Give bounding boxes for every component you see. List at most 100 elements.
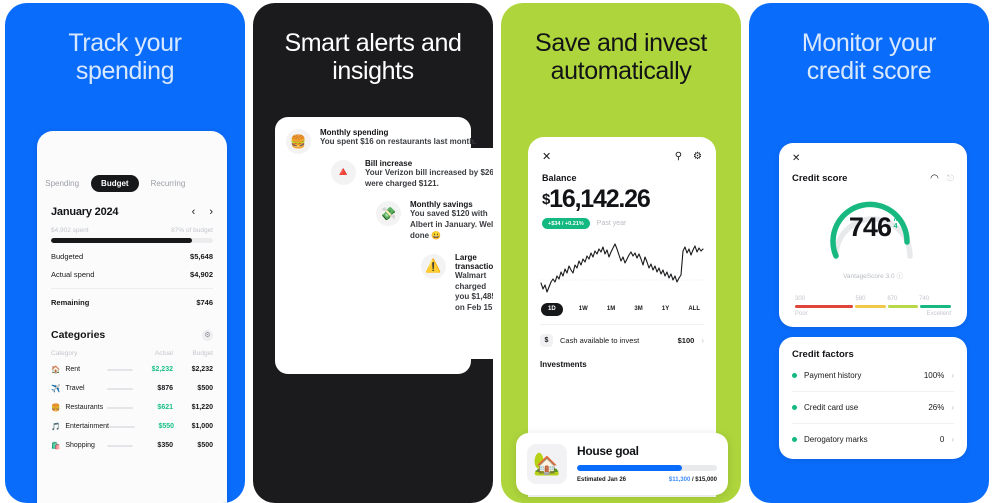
scale-low-label: Poor bbox=[795, 311, 808, 317]
scale-number: 740 bbox=[919, 296, 930, 302]
chevron-right-icon[interactable]: › bbox=[701, 336, 704, 345]
goal-estimated: Estimated Jan 26 bbox=[577, 477, 627, 483]
credit-score-delta: ∧ 4 bbox=[893, 216, 898, 230]
month-label: January 2024 bbox=[51, 206, 119, 218]
category-budget: $1,000 bbox=[191, 423, 213, 430]
status-dot-icon bbox=[792, 373, 797, 378]
factor-label: Credit card use bbox=[804, 403, 859, 412]
credit-factor-row[interactable]: Payment history 100% › bbox=[792, 360, 954, 392]
goal-current: $11,300 bbox=[668, 477, 691, 483]
category-sparkline bbox=[107, 406, 133, 409]
gauge-icon[interactable]: ◠ bbox=[930, 173, 939, 184]
table-header-row: Category Actual Budget bbox=[51, 350, 213, 360]
alert-card[interactable]: 🔺 Bill increase Your Verizon bill increa… bbox=[320, 147, 493, 359]
range-1W[interactable]: 1W bbox=[579, 306, 588, 312]
chevron-right-icon[interactable]: › bbox=[209, 206, 213, 218]
close-icon[interactable]: ✕ bbox=[792, 153, 800, 164]
category-emoji-icon: 🎵 bbox=[51, 422, 61, 431]
line-chart-icon[interactable]: ⎋ bbox=[947, 173, 954, 184]
table-row[interactable]: 🛍️ Shopping $350 $500 bbox=[51, 436, 213, 455]
goal-meta: Estimated Jan 26 $11,300 / $15,000 bbox=[577, 477, 717, 483]
range-1M[interactable]: 1M bbox=[607, 306, 615, 312]
scale-bar bbox=[795, 305, 951, 308]
tab-budget[interactable]: Budget bbox=[91, 175, 139, 192]
gear-icon[interactable]: ⚙ bbox=[202, 329, 213, 341]
alert-body: You spent $16 on restaurants last month. bbox=[320, 137, 477, 146]
invest-toolbar: ✕ ⚲ ⚙ bbox=[528, 137, 716, 163]
month-selector: January 2024 ‹ › bbox=[37, 192, 227, 218]
category-name: 🎵 Entertainment bbox=[51, 422, 109, 431]
chevron-right-icon[interactable]: › bbox=[951, 435, 954, 444]
row-budgeted-value: $5,648 bbox=[190, 252, 213, 261]
alert-title: Monthly savings You saved $120 with Albe… bbox=[410, 200, 493, 329]
category-budget: $500 bbox=[197, 442, 213, 449]
col-budget: Budget bbox=[192, 350, 213, 357]
alert-card[interactable]: 🍔 Monthly spending You spent $16 on rest… bbox=[275, 117, 493, 374]
category-actual: $2,232 bbox=[151, 366, 173, 373]
table-row[interactable]: 🎵 Entertainment $550 $1,000 bbox=[51, 417, 213, 436]
time-range-selector[interactable]: 1D 1W 1M 3M 1Y ALL bbox=[528, 302, 716, 316]
panel-title-4: Monitor your credit score bbox=[801, 29, 937, 85]
table-row[interactable]: ✈️ Travel $876 $500 bbox=[51, 379, 213, 398]
credit-factors-card: Credit factors Payment history 100% › Cr… bbox=[779, 337, 967, 459]
panel-title-3: Save and invest automatically bbox=[535, 29, 707, 85]
percent-of-budget-label: 87% of budget bbox=[171, 227, 213, 234]
factor-value: 100% bbox=[923, 371, 945, 380]
category-actual: $876 bbox=[157, 385, 173, 392]
category-emoji-icon: 🛍️ bbox=[51, 441, 61, 450]
goal-progress-bar bbox=[577, 465, 717, 471]
factor-label: Derogatory marks bbox=[804, 435, 868, 444]
row-actual-spend: Actual spend $4,902 bbox=[37, 261, 227, 279]
scale-labels: Poor Excellent bbox=[795, 311, 951, 327]
factor-value: 26% bbox=[928, 403, 945, 412]
row-budgeted: Budgeted $5,648 bbox=[37, 243, 227, 261]
alert-title: Bill increase Your Verizon bill increase… bbox=[365, 159, 493, 344]
scale-segment bbox=[795, 305, 854, 308]
chevron-right-icon[interactable]: › bbox=[951, 371, 954, 380]
chevron-right-icon[interactable]: › bbox=[951, 403, 954, 412]
panel-track-spending: Track your spending ts Spending Budget R… bbox=[5, 3, 245, 503]
close-icon[interactable]: ✕ bbox=[542, 150, 551, 163]
category-actual: $550 bbox=[158, 423, 175, 430]
budget-tabs[interactable]: ts Spending Budget Recurring bbox=[37, 131, 227, 192]
table-row[interactable]: 🏠 Rent $2,232 $2,232 bbox=[51, 360, 213, 379]
credit-factor-row[interactable]: Credit card use 26% › bbox=[792, 392, 954, 424]
panel-save-invest: Save and invest automatically ✕ ⚲ ⚙ Bala… bbox=[501, 3, 741, 503]
gear-icon[interactable]: ⚙ bbox=[693, 151, 702, 162]
money-with-wings-icon: 💸 bbox=[376, 201, 401, 227]
category-sparkline bbox=[108, 425, 135, 428]
category-emoji-icon: 🍔 bbox=[51, 403, 61, 412]
burger-icon: 🍔 bbox=[286, 129, 311, 154]
table-row[interactable]: 🍔 Restaurants $621 $1,220 bbox=[51, 398, 213, 417]
range-1Y[interactable]: 1Y bbox=[662, 306, 669, 312]
range-3M[interactable]: 3M bbox=[634, 306, 642, 312]
credit-score-value-wrap: 746 ∧ 4 bbox=[779, 212, 967, 243]
balance-chart bbox=[528, 229, 716, 302]
category-budget: $2,232 bbox=[191, 366, 213, 373]
category-actual: $350 bbox=[157, 442, 173, 449]
credit-score-title: Credit score bbox=[792, 173, 848, 184]
credit-score-header: Credit score ◠ ⎋ bbox=[779, 164, 967, 184]
house-goal-card[interactable]: 🏡 House goal Estimated Jan 26 $11,300 / … bbox=[516, 433, 728, 495]
row-budgeted-label: Budgeted bbox=[51, 252, 84, 261]
balance-value: 16,142.26 bbox=[549, 185, 651, 213]
cash-available-amount: $100 bbox=[677, 336, 695, 345]
col-actual: Actual bbox=[154, 350, 173, 357]
factor-label: Payment history bbox=[804, 371, 862, 380]
range-ALL[interactable]: ALL bbox=[688, 306, 700, 312]
alert-card[interactable]: ⚠️ Large transaction Walmart charged you… bbox=[410, 241, 493, 329]
credit-factor-row[interactable]: Derogatory marks 0 › bbox=[792, 424, 954, 455]
balance-amount: $16,142.26 bbox=[528, 183, 716, 214]
spent-label: $4,902 spent bbox=[51, 227, 89, 234]
chevron-left-icon[interactable]: ‹ bbox=[192, 206, 196, 218]
search-icon[interactable]: ⚲ bbox=[675, 151, 682, 162]
alert-card[interactable]: 💸 Monthly savings You saved $120 with Al… bbox=[365, 189, 493, 344]
budget-screen: ts Spending Budget Recurring January 202… bbox=[37, 131, 227, 503]
row-actual-spend-value: $4,902 bbox=[190, 270, 213, 279]
category-budget: $1,220 bbox=[191, 404, 213, 411]
tab-spending[interactable]: Spending bbox=[43, 179, 81, 188]
cash-available-row[interactable]: $ Cash available to invest $100 › bbox=[540, 324, 704, 347]
category-sparkline bbox=[107, 387, 133, 390]
range-1D[interactable]: 1D bbox=[541, 302, 563, 316]
tab-recurring[interactable]: Recurring bbox=[149, 179, 188, 188]
